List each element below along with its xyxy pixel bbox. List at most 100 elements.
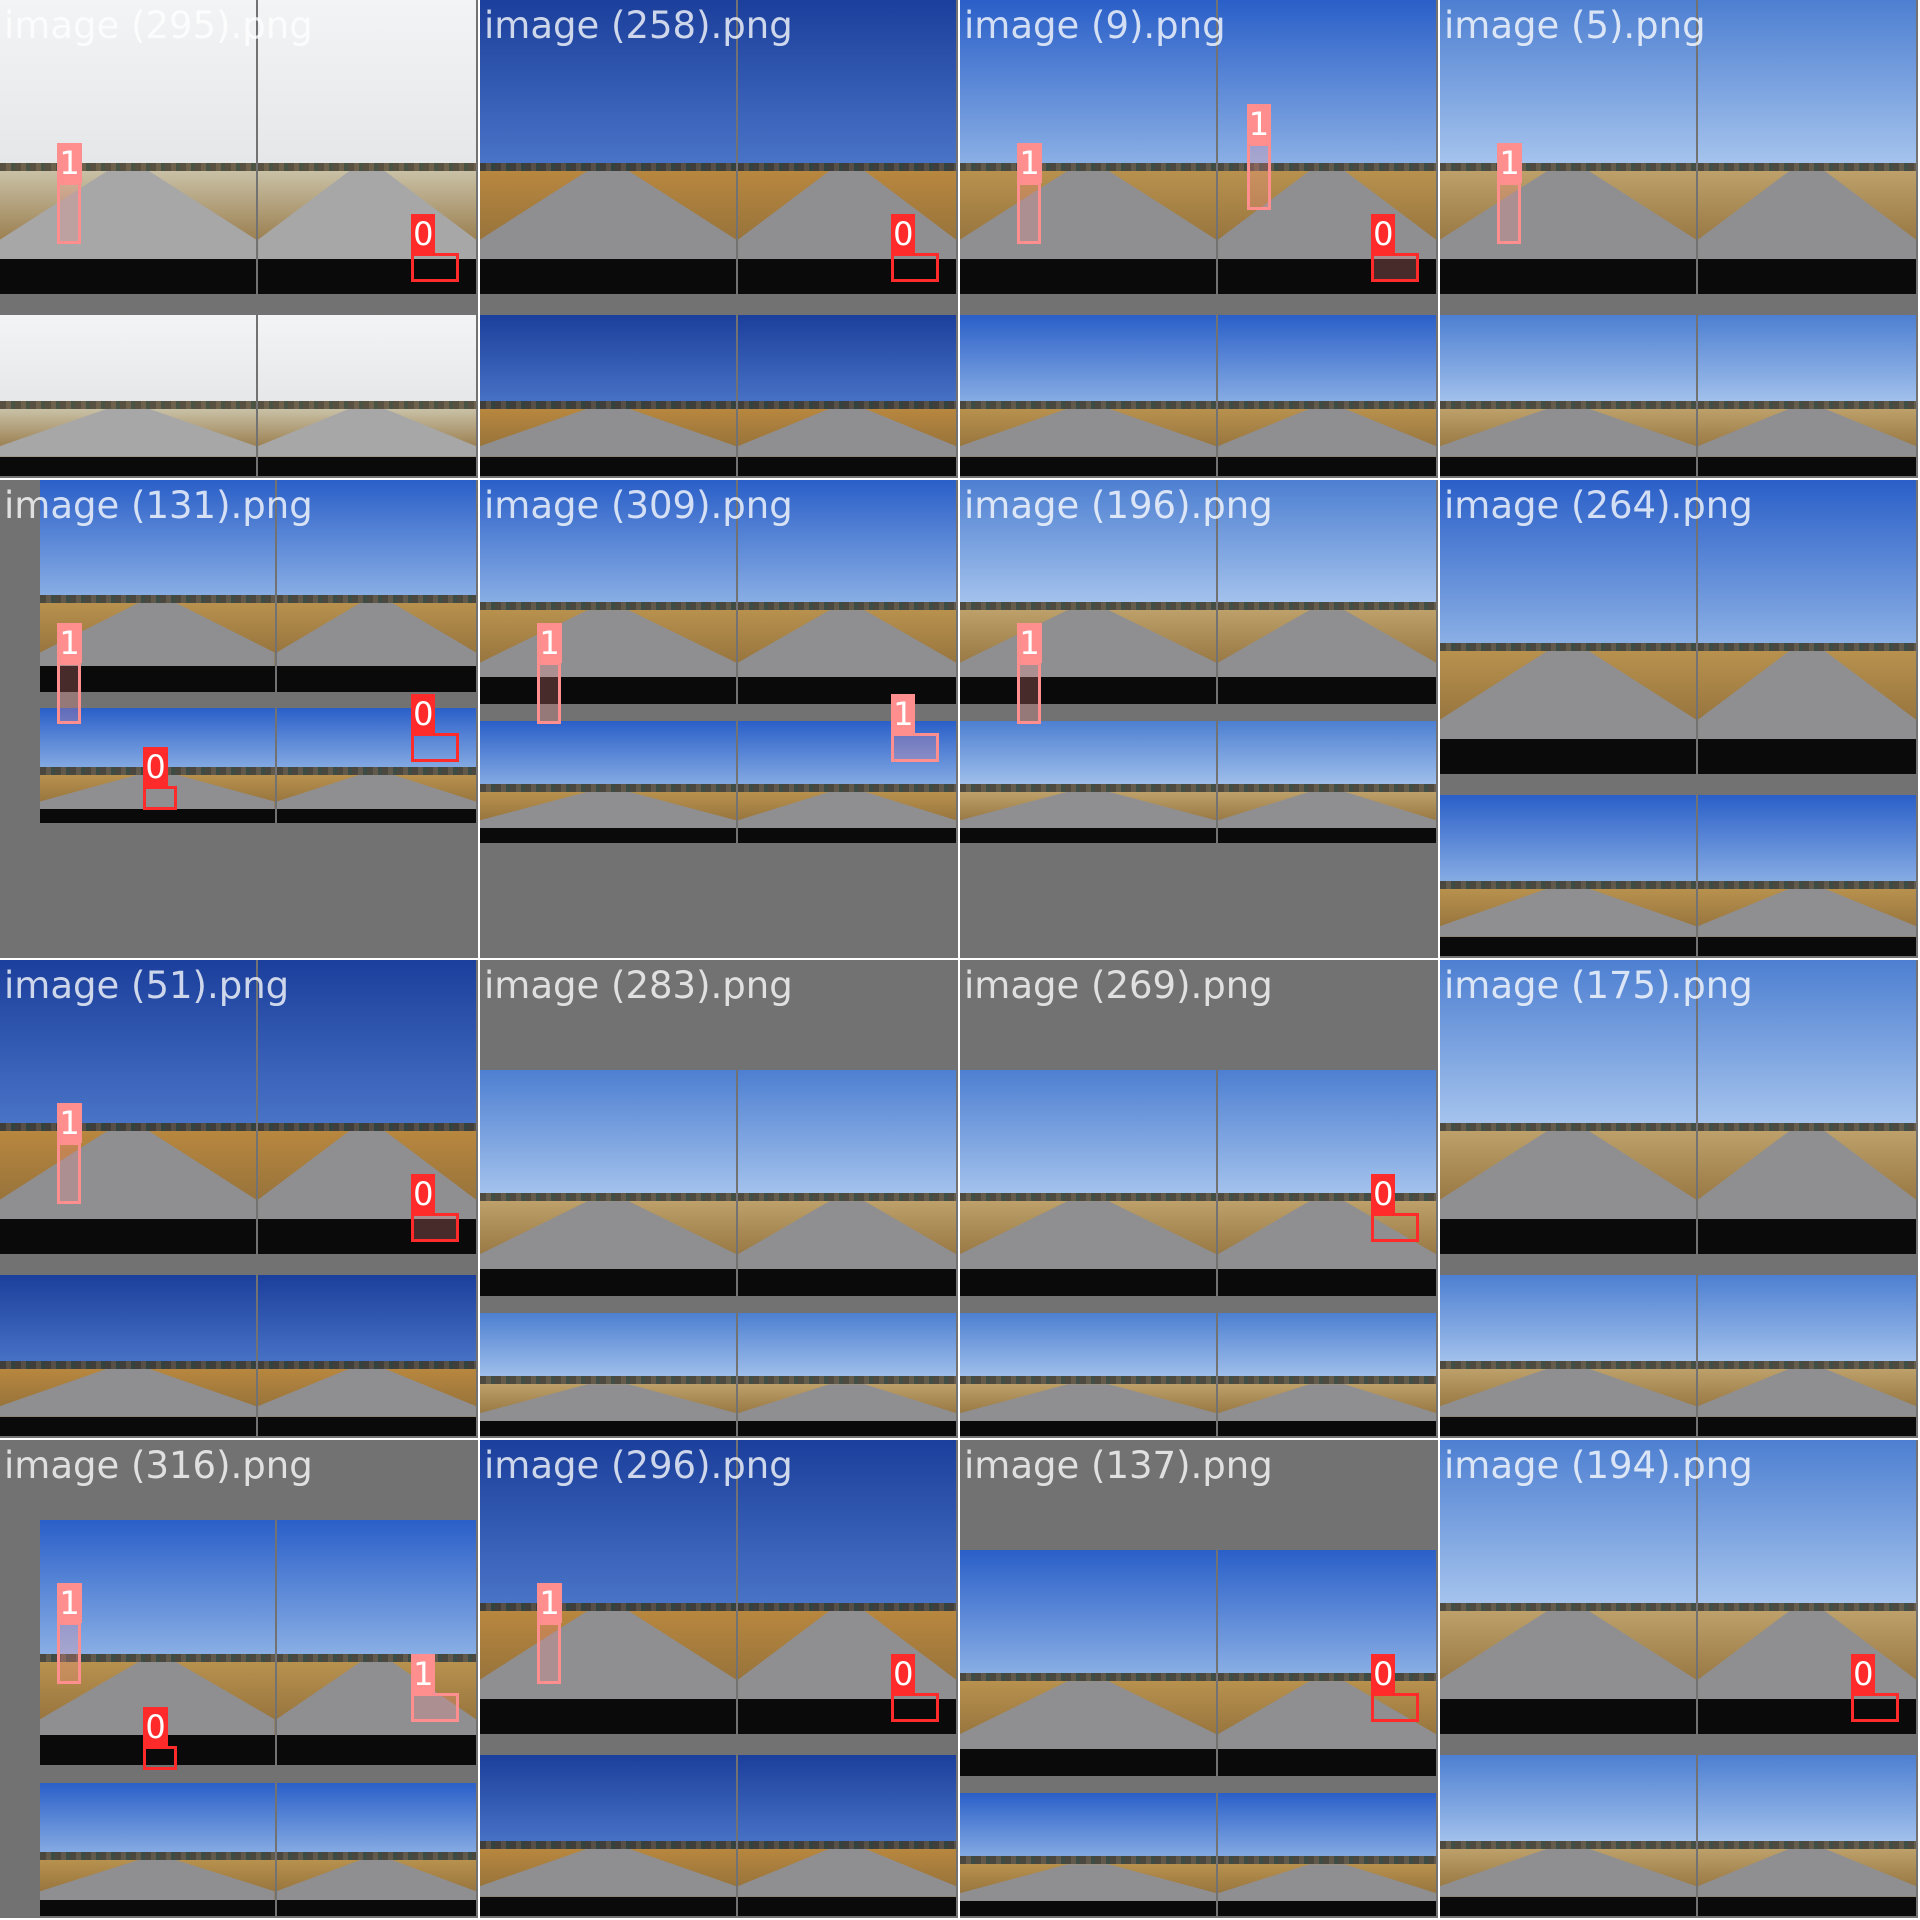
- dashcam-info-bar: [1698, 1896, 1916, 1916]
- mosaic-tile: 0 image (258).png: [480, 0, 958, 478]
- sky-region: [480, 1440, 737, 1611]
- detection-class-label: 0: [891, 214, 916, 255]
- detection-box-class-1: 1: [57, 1102, 82, 1204]
- sky-region: [1698, 1275, 1916, 1369]
- sky-region: [738, 0, 956, 171]
- dashcam-frame: [1218, 480, 1436, 705]
- dashcam-info-bar: [0, 1219, 257, 1255]
- dashcam-info-bar: [40, 809, 275, 823]
- detection-box-class-0: 0: [1371, 214, 1419, 282]
- dashcam-info-bar: [258, 456, 476, 476]
- detection-class-label: 0: [143, 746, 168, 787]
- sky-region: [960, 1550, 1217, 1682]
- sky-region: [258, 315, 476, 409]
- mosaic-tile: 0 image (194).png: [1440, 1440, 1918, 1918]
- sky-region: [960, 1070, 1217, 1202]
- sky-region: [1698, 480, 1916, 651]
- dashcam-frame: [1698, 960, 1916, 1255]
- dashcam-info-bar: [480, 259, 737, 295]
- mosaic-tile: 0 image (137).png: [960, 1440, 1438, 1918]
- dashcam-info-bar: [480, 1421, 737, 1436]
- dashcam-frame: [1440, 0, 1697, 295]
- sky-region: [480, 480, 737, 611]
- dashcam-frame: [0, 315, 257, 476]
- dashcam-info-bar: [480, 1269, 737, 1297]
- dashcam-frame: [960, 720, 1217, 843]
- detection-box-class-1: 1: [57, 1582, 82, 1684]
- dashcam-frame: [960, 315, 1217, 476]
- detection-class-label: 0: [1851, 1654, 1876, 1695]
- detection-class-label: 1: [537, 622, 562, 663]
- mosaic-tile: 110image (51).png: [0, 960, 478, 1438]
- sky-region: [738, 1070, 956, 1202]
- dashcam-info-bar: [738, 677, 956, 705]
- detection-box-class-0: 0: [891, 214, 939, 282]
- detection-box-class-1: 1: [1246, 104, 1272, 211]
- sky-region: [1440, 795, 1697, 889]
- dashcam-frame: [1698, 1440, 1916, 1735]
- tile-filename-label: image (316).png: [4, 1444, 313, 1487]
- dashcam-frame: [960, 1070, 1217, 1297]
- sky-region: [1698, 795, 1916, 889]
- mosaic-tile: 1 1 image (309).png: [480, 480, 958, 958]
- tile-filename-label: image (137).png: [964, 1444, 1273, 1487]
- sky-region: [1698, 0, 1916, 171]
- mosaic-tile: 1 image (196).png: [960, 480, 1438, 958]
- detection-box-class-1: 1: [57, 142, 82, 244]
- dashcam-frame: [738, 1070, 956, 1297]
- sky-region: [276, 1782, 476, 1860]
- sky-region: [1698, 315, 1916, 409]
- detection-class-label: 1: [411, 1654, 436, 1695]
- dashcam-info-bar: [738, 1421, 956, 1436]
- detection-class-label: 0: [1371, 214, 1396, 255]
- dashcam-info-bar: [1698, 936, 1916, 956]
- sky-region: [480, 720, 737, 792]
- dashcam-info-bar: [1218, 828, 1436, 843]
- detection-class-label: 0: [411, 1174, 436, 1215]
- dashcam-frame: [1218, 1312, 1436, 1436]
- dashcam-info-bar: [1218, 1749, 1436, 1777]
- dashcam-info-bar: [480, 456, 737, 476]
- dashcam-info-bar: [738, 1269, 956, 1297]
- dashcam-info-bar: [1440, 739, 1697, 775]
- detection-box-class-1: 1: [1017, 622, 1042, 724]
- dashcam-frame: [258, 0, 476, 295]
- dashcam-info-bar: [1440, 1699, 1697, 1735]
- sky-region: [258, 0, 476, 171]
- sky-region: [480, 315, 737, 409]
- sky-region: [1440, 0, 1697, 171]
- sky-region: [480, 1070, 737, 1202]
- mosaic-tile: 0 1 0 image (131).png: [0, 480, 478, 958]
- mosaic-tile: 1110image (9).png: [960, 0, 1438, 478]
- sky-region: [1440, 1440, 1697, 1611]
- sky-region: [0, 0, 257, 171]
- detection-class-label: 0: [1371, 1174, 1396, 1215]
- dashcam-frame: [738, 1312, 956, 1436]
- detection-class-label: 0: [1371, 1654, 1396, 1695]
- dashcam-info-bar: [480, 1699, 737, 1735]
- dashcam-info-bar: [0, 456, 257, 476]
- dashcam-info-bar: [1440, 456, 1697, 476]
- detection-box-class-0: 0: [1371, 1654, 1419, 1722]
- detection-class-label: 1: [57, 1102, 82, 1143]
- detection-class-label: 1: [1246, 104, 1272, 145]
- dashcam-info-bar: [0, 1416, 257, 1436]
- dashcam-frame: [960, 1312, 1217, 1436]
- sky-region: [1698, 960, 1916, 1131]
- dashcam-frame: [738, 1440, 956, 1735]
- dashcam-frame: [1698, 1275, 1916, 1436]
- sky-region: [480, 0, 737, 171]
- mosaic-tile: image (264).png: [1440, 480, 1918, 958]
- dashcam-frame: [480, 1440, 737, 1735]
- dashcam-info-bar: [1218, 1269, 1436, 1297]
- detection-class-label: 1: [57, 142, 82, 183]
- dashcam-info-bar: [480, 677, 737, 705]
- sky-region: [0, 1275, 257, 1369]
- dashcam-frame: [480, 1312, 737, 1436]
- mosaic-tile: 1 image (5).png: [1440, 0, 1918, 478]
- detection-box-class-0: 0: [411, 1174, 459, 1242]
- detection-box-class-1: 1: [891, 694, 939, 762]
- dashcam-info-bar: [1698, 1219, 1916, 1255]
- sky-region: [1218, 480, 1436, 611]
- dashcam-frame: [1218, 720, 1436, 843]
